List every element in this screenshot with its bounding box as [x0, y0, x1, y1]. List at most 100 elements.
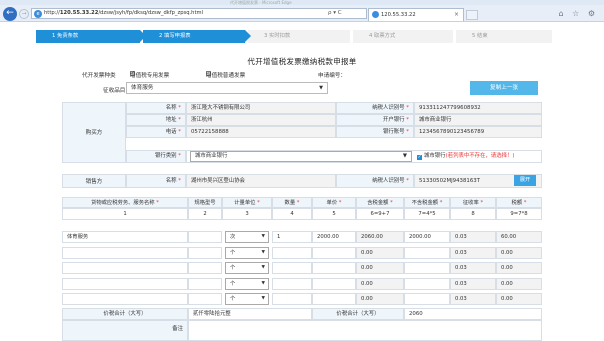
url-prefix: http://	[44, 10, 60, 16]
table-index-col-spec: 2	[188, 208, 222, 220]
table-cell-col-price[interactable]	[312, 262, 356, 274]
buyer-account-field[interactable]: 1234567890123456789	[414, 126, 542, 138]
table-cell-col-spec[interactable]	[188, 293, 222, 305]
table-cell-col-qty[interactable]: 1	[272, 231, 312, 243]
table-index-col-name: 1	[62, 208, 188, 220]
seller-name-label-text: 名称	[165, 178, 177, 184]
address-bar[interactable]: e http://120.55.33.22/dzsw/jsyh/fp/dksq/…	[31, 8, 367, 19]
expand-button[interactable]: 展开	[514, 175, 536, 186]
table-cell-col-spec[interactable]	[188, 231, 222, 243]
forward-button[interactable]: →	[19, 9, 29, 19]
table-cell-col-tax: 0.00	[496, 277, 542, 290]
table-cell-col-net[interactable]	[404, 277, 450, 290]
table-cell-col-net[interactable]: 2000.00	[404, 231, 450, 243]
step-4-label: 4 取票方式	[369, 33, 396, 39]
table-cell-col-spec[interactable]	[188, 277, 222, 290]
buyer-phone-field[interactable]: 05722158888	[186, 126, 336, 138]
table-cell-col-rate: 0.03	[450, 262, 496, 274]
buyer-name-field[interactable]: 浙江隆大不锈钢有限公司	[186, 102, 336, 114]
table-cell-col-spec[interactable]	[188, 262, 222, 274]
buyer-addr-label: 地址 *	[126, 114, 186, 126]
chevron-down-icon: ▼	[261, 296, 265, 301]
bank-type-select[interactable]: 城市商业银行 ▼	[190, 151, 412, 162]
chevron-down-icon: ▼	[261, 249, 265, 255]
table-header-col-gross: 含税金额 *	[356, 197, 404, 208]
buyer-taxid-field[interactable]: 913311247799608932	[414, 102, 542, 114]
required-mark: *	[388, 200, 393, 206]
tab-close-icon[interactable]: ×	[454, 9, 459, 21]
buyer-account-label: 银行账号 *	[336, 126, 414, 138]
checkbox-checked-icon[interactable]: ✓	[417, 155, 422, 160]
table-cell-col-net[interactable]	[404, 246, 450, 259]
table-cell-col-name[interactable]	[62, 246, 188, 259]
step-2: 2 填写申报表	[143, 30, 251, 43]
table-header-col-tax: 税额 *	[496, 197, 542, 208]
search-refresh-icons[interactable]: ρ ▾ C	[328, 9, 366, 18]
table-cell-col-name[interactable]	[62, 277, 188, 290]
table-cell-col-unit[interactable]: 个 ▼	[225, 262, 269, 274]
table-cell-col-price[interactable]	[312, 246, 356, 259]
table-cell-col-tax: 60.00	[496, 231, 542, 243]
seller-name-label: 名称 *	[126, 174, 186, 188]
seller-name-field[interactable]: 湖州市吴兴区登山协会	[186, 174, 336, 188]
new-tab-button[interactable]	[466, 10, 478, 20]
table-cell-col-spec[interactable]	[188, 246, 222, 259]
buyer-addr-field[interactable]: 浙江杭州	[186, 114, 336, 126]
table-cell-col-price[interactable]	[312, 277, 356, 290]
table-cell-col-name[interactable]	[62, 293, 188, 305]
bank-check-group: ✓ 城市银行(若列表中不存在，请选择！)	[417, 150, 514, 163]
table-index-col-qty: 4	[272, 208, 312, 220]
invoice-type-label: 代开发票种类	[82, 73, 116, 79]
table-cell-col-net[interactable]	[404, 293, 450, 305]
browser-tab[interactable]: 120.55.33.22 ×	[368, 8, 464, 21]
required-mark: *	[178, 105, 181, 111]
table-header-text: 不含税金额	[411, 200, 439, 206]
step-5-label: 5 结束	[472, 33, 488, 39]
seller-taxid-label-text: 纳税人识别号	[372, 178, 405, 184]
table-cell-col-name[interactable]	[62, 262, 188, 274]
table-cell-col-gross: 0.00	[356, 293, 404, 305]
category-select[interactable]: 体育服务 ▼	[126, 82, 328, 94]
bank-warning: (若列表中不存在，请选择！)	[445, 153, 515, 159]
table-cell-col-unit[interactable]: 次 ▼	[225, 231, 269, 243]
table-cell-col-unit[interactable]: 个 ▼	[225, 293, 269, 305]
chevron-down-icon: ▼	[319, 85, 323, 91]
table-cell-col-name[interactable]: 体育服务	[62, 231, 188, 243]
unit-value: 个	[230, 280, 236, 287]
table-cell-col-price[interactable]	[312, 293, 356, 305]
category-value: 体育服务	[131, 85, 154, 91]
buyer-phone-label: 电话 *	[126, 126, 186, 138]
required-mark: *	[178, 129, 181, 135]
table-cell-col-rate: 0.03	[450, 231, 496, 243]
buyer-bank-field[interactable]: 城市商业银行	[414, 114, 542, 126]
table-header-text: 数量	[284, 200, 296, 206]
buyer-taxid-label: 纳税人识别号 *	[336, 102, 414, 114]
table-cell-col-qty[interactable]	[272, 277, 312, 290]
table-cell-col-gross: 0.00	[356, 277, 404, 290]
chevron-down-icon: ▼	[261, 234, 265, 239]
remark-field[interactable]	[188, 320, 542, 341]
buyer-taxid-label-text: 纳税人识别号	[372, 105, 405, 111]
wizard-steps: 1 免责条款 2 填写申报表 3 实时扣款 4 取票方式 5 结束	[36, 30, 552, 43]
table-cell-col-net[interactable]	[404, 262, 450, 274]
table-cell-col-tax: 0.00	[496, 262, 542, 274]
back-button[interactable]: ←	[3, 7, 17, 21]
chevron-down-icon: ▼	[402, 153, 407, 159]
required-mark: *	[522, 200, 527, 206]
table-cell-col-price[interactable]: 2000.00	[312, 231, 356, 243]
copy-previous-button[interactable]: 复制上一张	[470, 81, 538, 95]
table-cell-col-qty[interactable]	[272, 293, 312, 305]
home-favorites-settings-icons[interactable]: ⌂ ☆ ⚙	[558, 9, 598, 18]
tab-title: 120.55.33.22	[381, 12, 416, 18]
buyer-bank-label: 开户银行 *	[336, 114, 414, 126]
table-header-text: 计量单位	[234, 200, 256, 206]
table-cell-col-unit[interactable]: 个 ▼	[225, 277, 269, 290]
total-upper-value: 贰仟零陆拾元整	[188, 308, 312, 320]
table-cell-col-qty[interactable]	[272, 246, 312, 259]
unit-value: 个	[230, 296, 236, 302]
table-header-col-name: 货物或应税劳务、服务名称 *	[62, 197, 188, 208]
table-cell-col-unit[interactable]: 个 ▼	[225, 246, 269, 259]
seller-taxid-label: 纳税人识别号 *	[336, 174, 414, 188]
table-cell-col-qty[interactable]	[272, 262, 312, 274]
table-index-col-price: 5	[312, 208, 356, 220]
